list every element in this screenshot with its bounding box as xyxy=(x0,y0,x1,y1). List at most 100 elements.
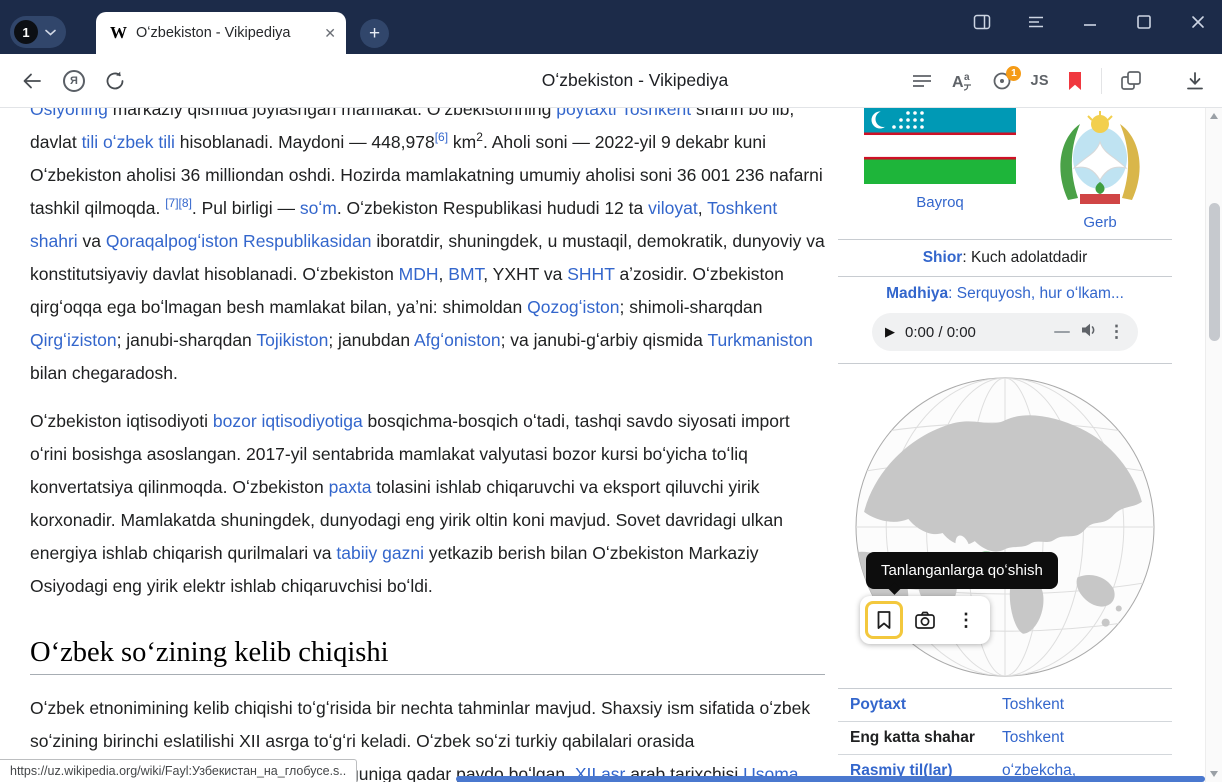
article-link[interactable]: Qozogʻiston xyxy=(527,297,619,317)
article-link[interactable]: paxta xyxy=(329,477,372,497)
extension-badge: 1 xyxy=(1006,66,1021,81)
article-link[interactable]: poytaxti Toshkent xyxy=(556,108,691,119)
close-window-button[interactable] xyxy=(1186,10,1210,34)
article-link[interactable]: Qirgʻiziston xyxy=(30,330,117,350)
wikipedia-favicon: W xyxy=(110,23,127,43)
article-text: ; janubdan xyxy=(328,330,414,350)
toolbar: Я uz.wikipedia.org Oʻzbekiston - Vikiped… xyxy=(0,54,1222,108)
vertical-scrollbar-thumb[interactable] xyxy=(1209,203,1220,341)
play-button[interactable]: ▶ xyxy=(885,324,895,340)
menu-icon[interactable] xyxy=(1024,10,1048,34)
motto-link[interactable]: Shior xyxy=(923,249,963,266)
svg-text:a: a xyxy=(964,72,970,83)
image-actions-toolbar: ⋮ xyxy=(860,596,990,644)
article-link[interactable]: tili oʻzbek tili xyxy=(82,132,175,152)
scroll-down-arrow[interactable] xyxy=(1210,771,1218,777)
article-link[interactable]: SHHT xyxy=(567,264,614,284)
active-tab[interactable]: W Oʻzbekiston - Vikipediya ✕ xyxy=(96,12,346,54)
tab-group-button[interactable]: 1 xyxy=(10,16,66,48)
seek-bar[interactable] xyxy=(1054,331,1070,333)
tab-group-count: 1 xyxy=(14,20,38,44)
article-text: , xyxy=(439,264,449,284)
infobox: Bayroq Gerb xyxy=(838,108,1172,782)
collections-icon[interactable] xyxy=(1119,69,1143,93)
toolbar-divider xyxy=(1101,68,1102,94)
anthem-link[interactable]: Madhiya xyxy=(886,285,948,302)
article-link[interactable]: bozor iqtisodiyotiga xyxy=(213,411,363,431)
infobox-row-value[interactable]: Toshkent xyxy=(1002,696,1064,714)
article-link[interactable]: [6] xyxy=(435,130,448,144)
article-text: ; shimoli-sharqdan xyxy=(620,297,763,317)
anthem-row: Madhiya: Serquyosh, hur oʻlkam... ▶ 0:00… xyxy=(838,277,1172,364)
article-link[interactable]: Qoraqalpogʻiston Respublikasidan xyxy=(106,231,372,251)
article-link[interactable]: [7][8] xyxy=(165,196,192,210)
chevron-down-icon xyxy=(45,23,56,41)
screenshot-icon[interactable] xyxy=(906,601,944,639)
minimize-button[interactable] xyxy=(1078,10,1102,34)
back-button[interactable] xyxy=(20,69,44,93)
article-text: , YXHT va xyxy=(483,264,567,284)
titlebar: 1 W Oʻzbekiston - Vikipediya ✕ + xyxy=(0,0,1222,54)
article-text: ; janubi-sharqdan xyxy=(117,330,257,350)
article-text: Oʻzbek etnonimining kelib chiqishi toʻgʻ… xyxy=(30,698,810,751)
js-toggle[interactable]: JS xyxy=(1030,73,1049,89)
article-paragraph: Osiyoning markaziy qismida joylashgan ma… xyxy=(30,108,825,390)
save-to-favorites-button[interactable] xyxy=(865,601,903,639)
new-tab-button[interactable]: + xyxy=(360,19,389,48)
sidebar-panel-icon[interactable] xyxy=(970,10,994,34)
tab-title: Oʻzbekiston - Vikipediya xyxy=(136,25,318,41)
section-heading: Oʻzbek soʻzining kelib chiqishi xyxy=(30,637,825,675)
article-link[interactable]: Turkmaniston xyxy=(707,330,812,350)
uzbekistan-emblem-image[interactable] xyxy=(1046,191,1154,208)
more-actions-icon[interactable]: ⋮ xyxy=(947,601,985,639)
tab-close-icon[interactable]: ✕ xyxy=(324,25,336,42)
article-link[interactable]: Osiyoning xyxy=(30,108,108,119)
article-text: bilan chegaradosh. xyxy=(30,363,178,383)
translate-icon[interactable]: Aa xyxy=(950,69,974,93)
article-link[interactable]: Tojikiston xyxy=(256,330,328,350)
article-link[interactable]: viloyat xyxy=(648,198,698,218)
svg-text:A: A xyxy=(952,74,964,91)
emblem-caption-link[interactable]: Gerb xyxy=(1046,214,1154,231)
uzbekistan-flag-image[interactable] xyxy=(864,171,1016,188)
article-link[interactable]: Afgʻoniston xyxy=(414,330,501,350)
reload-button[interactable] xyxy=(104,70,126,92)
infobox-row-value[interactable]: Toshkent xyxy=(1002,729,1064,747)
infobox-row: Eng katta shaharToshkent xyxy=(838,722,1172,755)
article-link[interactable]: soʻm xyxy=(300,198,337,218)
article-link[interactable]: tabiiy gazni xyxy=(336,543,424,563)
maximize-button[interactable] xyxy=(1132,10,1156,34)
vertical-scrollbar[interactable] xyxy=(1205,108,1222,782)
infobox-row-label[interactable]: Poytaxt xyxy=(838,696,1002,714)
volume-icon[interactable] xyxy=(1080,322,1098,343)
article-text: va xyxy=(78,231,106,251)
audio-player: ▶ 0:00 / 0:00 ⋮ xyxy=(872,313,1138,351)
article-text: km xyxy=(448,132,476,152)
infobox-images: Bayroq Gerb xyxy=(838,108,1172,240)
article-text: 2 xyxy=(476,130,483,144)
tooltip-text: Tanlanganlarga qoʻshish xyxy=(881,562,1043,579)
article-text: Oʻzbekiston iqtisodiyoti xyxy=(30,411,213,431)
anthem-title-link[interactable]: : Serquyosh, hur oʻlkam... xyxy=(948,285,1124,302)
article-text: markaziy qismida joylashgan mamlakat. Oʻ… xyxy=(108,108,556,119)
article-link[interactable]: BMT xyxy=(448,264,483,284)
player-menu-icon[interactable]: ⋮ xyxy=(1108,322,1125,342)
extension-icon[interactable]: 1 xyxy=(991,70,1013,92)
horizontal-scrollbar-thumb[interactable] xyxy=(456,776,1205,782)
article-paragraph: Oʻzbekiston iqtisodiyoti bozor iqtisodiy… xyxy=(30,405,825,603)
article-text: . Oʻzbekiston Respublikasi hududi 12 ta xyxy=(337,198,648,218)
reader-mode-icon[interactable] xyxy=(911,70,933,92)
status-bar: https://uz.wikipedia.org/wiki/Fayl:Узбек… xyxy=(0,759,357,782)
flag-caption-link[interactable]: Bayroq xyxy=(864,194,1016,211)
scroll-up-arrow[interactable] xyxy=(1210,113,1218,119)
download-icon[interactable] xyxy=(1184,70,1206,92)
article-text: hisoblanadi. Maydoni — 448,978 xyxy=(175,132,435,152)
page-title: Oʻzbekiston - Vikipediya xyxy=(542,54,728,107)
bookmark-icon[interactable] xyxy=(1066,70,1084,92)
article-text: . Pul birligi — xyxy=(192,198,300,218)
audio-time: 0:00 / 0:00 xyxy=(905,324,976,341)
yandex-button[interactable]: Я xyxy=(63,70,85,92)
article-link[interactable]: MDH xyxy=(399,264,439,284)
window-controls xyxy=(970,6,1210,38)
page-content: Osiyoning markaziy qismida joylashgan ma… xyxy=(0,108,1205,782)
